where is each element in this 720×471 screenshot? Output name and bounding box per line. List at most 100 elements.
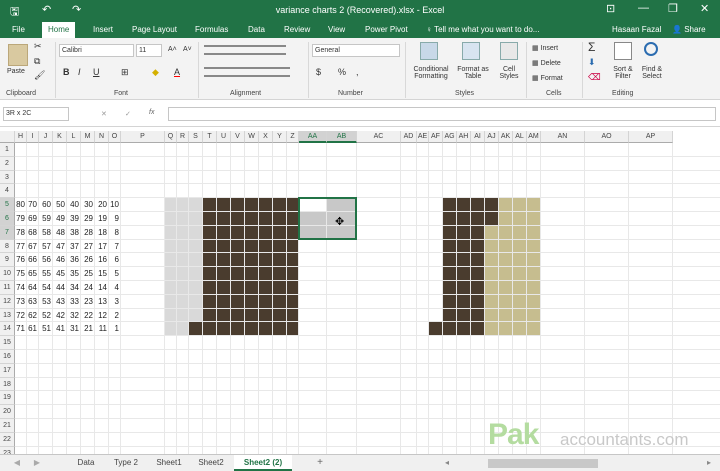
table-cell[interactable]: 58 — [39, 228, 51, 237]
horizontal-align-icons[interactable] — [204, 67, 290, 77]
cut-icon[interactable]: ✂ — [34, 41, 42, 52]
column-header[interactable]: L — [67, 131, 81, 143]
sheet-tab-sheet1[interactable]: Sheet1 — [150, 455, 188, 471]
grow-font-icon[interactable]: A˄ — [168, 46, 177, 53]
table-cell[interactable]: 16 — [95, 255, 107, 264]
sort-filter-icon[interactable] — [614, 42, 632, 60]
share-button[interactable]: 👤 Share — [672, 22, 706, 38]
cell-styles-icon[interactable] — [500, 42, 518, 60]
row-header[interactable]: 13 — [0, 308, 15, 323]
table-cell[interactable]: 63 — [27, 297, 37, 306]
table-cell[interactable]: 31 — [67, 324, 79, 333]
column-header[interactable]: AG — [443, 131, 457, 143]
scroll-left-icon[interactable]: ◂ — [442, 455, 452, 471]
table-cell[interactable]: 19 — [95, 214, 107, 223]
next-sheet-icon[interactable]: ▶ — [30, 455, 44, 471]
table-cell[interactable]: 13 — [95, 297, 107, 306]
table-cell[interactable]: 70 — [27, 200, 37, 209]
table-cell[interactable]: 28 — [81, 228, 93, 237]
table-cell[interactable]: 72 — [15, 311, 25, 320]
spreadsheet-grid[interactable]: H I J K L M N O P Q R S T U V W X Y Z AA AB AC AD AE AF AG AH AI AJ A… — [0, 131, 720, 454]
table-cell[interactable]: 80 — [15, 200, 25, 209]
table-cell[interactable]: 32 — [67, 311, 79, 320]
select-all-corner[interactable] — [0, 131, 15, 143]
table-cell[interactable]: 33 — [67, 297, 79, 306]
table-cell[interactable]: 12 — [95, 311, 107, 320]
find-select-button[interactable]: Find & Select — [636, 66, 668, 80]
table-cell[interactable]: 34 — [67, 283, 79, 292]
paste-button[interactable]: Paste — [7, 68, 25, 75]
column-header[interactable]: J — [39, 131, 53, 143]
row-header[interactable]: 21 — [0, 419, 15, 433]
conditional-formatting-icon[interactable] — [420, 42, 438, 60]
sort-filter-button[interactable]: Sort & Filter — [608, 66, 638, 80]
column-header[interactable]: AP — [629, 131, 673, 143]
format-as-table-icon[interactable] — [462, 42, 480, 60]
table-cell[interactable]: 18 — [95, 228, 107, 237]
column-header[interactable]: AH — [457, 131, 471, 143]
table-cell[interactable]: 73 — [15, 297, 25, 306]
tab-power-pivot[interactable]: Power Pivot — [365, 22, 408, 38]
vertical-align-icons[interactable] — [204, 45, 286, 55]
column-header[interactable]: AO — [585, 131, 629, 143]
font-name-select[interactable]: Calibri — [59, 44, 134, 57]
column-header[interactable]: AF — [429, 131, 443, 143]
column-header[interactable]: Y — [273, 131, 287, 143]
table-cell[interactable]: 49 — [53, 214, 65, 223]
new-sheet-button[interactable]: + — [312, 455, 328, 471]
table-cell[interactable]: 47 — [53, 242, 65, 251]
table-cell[interactable]: 23 — [81, 297, 93, 306]
name-box[interactable]: 3R x 2C — [3, 107, 69, 121]
table-cell[interactable]: 45 — [53, 269, 65, 278]
table-cell[interactable]: 66 — [27, 255, 37, 264]
format-as-table-button[interactable]: Format as Table — [455, 66, 491, 80]
close-button[interactable]: ✕ — [700, 2, 709, 15]
table-cell[interactable]: 4 — [109, 283, 119, 292]
fill-icon[interactable]: ⬇ — [588, 57, 596, 68]
table-cell[interactable]: 68 — [27, 228, 37, 237]
column-header[interactable]: S — [189, 131, 203, 143]
column-header[interactable]: Q — [165, 131, 177, 143]
row-header[interactable]: 1 — [0, 143, 15, 157]
tab-review[interactable]: Review — [284, 22, 310, 38]
row-header[interactable]: 11 — [0, 281, 15, 295]
table-cell[interactable]: 53 — [39, 297, 51, 306]
column-header[interactable]: X — [259, 131, 273, 143]
table-cell[interactable]: 25 — [81, 269, 93, 278]
format-cells-button[interactable]: ▦ Format — [532, 74, 563, 82]
table-cell[interactable]: 15 — [95, 269, 107, 278]
table-cell[interactable]: 36 — [67, 255, 79, 264]
horizontal-scrollbar-thumb[interactable] — [488, 459, 598, 468]
table-cell[interactable]: 71 — [15, 324, 25, 333]
table-cell[interactable]: 27 — [81, 242, 93, 251]
row-header[interactable]: 16 — [0, 350, 15, 364]
column-header[interactable]: AI — [471, 131, 485, 143]
column-header[interactable]: AE — [417, 131, 429, 143]
column-header[interactable]: U — [217, 131, 231, 143]
restore-button[interactable]: ❐ — [668, 2, 678, 15]
table-cell[interactable]: 39 — [67, 214, 79, 223]
table-cell[interactable]: 61 — [27, 324, 37, 333]
underline-button[interactable]: U — [93, 67, 100, 77]
table-cell[interactable]: 74 — [15, 283, 25, 292]
column-header[interactable]: O — [109, 131, 121, 143]
sheet-tab-sheet2-2[interactable]: Sheet2 (2) — [234, 455, 292, 471]
prev-sheet-icon[interactable]: ◀ — [10, 455, 24, 471]
column-header[interactable]: M — [81, 131, 95, 143]
table-cell[interactable]: 42 — [53, 311, 65, 320]
border-icon[interactable]: ⊞ — [121, 67, 129, 78]
table-cell[interactable]: 56 — [39, 255, 51, 264]
table-cell[interactable]: 10 — [109, 200, 119, 209]
column-header[interactable]: AD — [401, 131, 417, 143]
italic-button[interactable]: I — [78, 67, 81, 77]
column-header[interactable]: R — [177, 131, 189, 143]
font-color-icon[interactable]: A — [174, 67, 180, 77]
column-header[interactable]: T — [203, 131, 217, 143]
row-header[interactable]: 7 — [0, 225, 15, 240]
fill-color-icon[interactable]: ◆ — [152, 67, 159, 78]
column-header[interactable]: AB — [327, 131, 357, 143]
table-cell[interactable]: 6 — [109, 255, 119, 264]
selection-border[interactable] — [298, 197, 357, 240]
copy-icon[interactable]: ⧉ — [34, 56, 40, 67]
tab-data[interactable]: Data — [248, 22, 265, 38]
